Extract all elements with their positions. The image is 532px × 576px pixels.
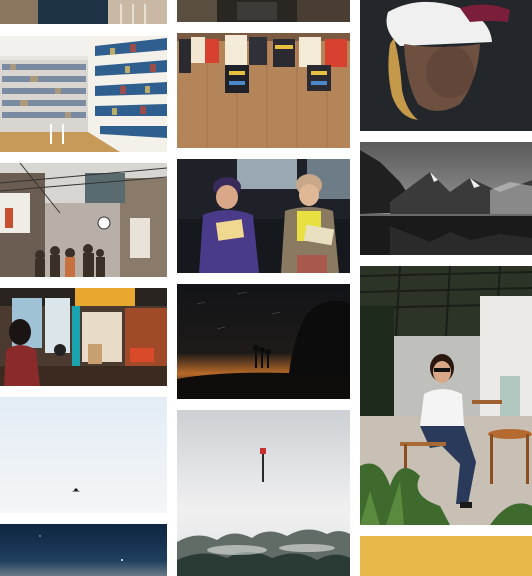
photo-tile-misty-rocks[interactable]	[177, 410, 350, 576]
photo-tile-night-sky[interactable]	[177, 284, 350, 399]
photo-tile-mountain-lake[interactable]	[360, 142, 532, 255]
photo-white-sky-with-bird	[0, 397, 167, 513]
photo-posters-on-wooden-wall	[177, 33, 350, 148]
photo-tile-cafe-interior[interactable]	[0, 288, 167, 386]
photo-tile-posters-wall[interactable]	[177, 33, 350, 148]
photo-tile-library[interactable]	[0, 36, 167, 152]
photo-tile-person-in-jacket[interactable]	[0, 0, 167, 24]
photo-person-in-jacket	[0, 0, 167, 24]
photo-woman-sitting-on-patio	[360, 266, 532, 525]
photo-tile-white-sky[interactable]	[0, 397, 167, 513]
photo-tile-woman-patio[interactable]	[360, 266, 532, 525]
photo-misty-rocks-with-marker-pole	[177, 410, 350, 576]
photo-mountain-lake-black-and-white	[360, 142, 532, 255]
photo-solid-mustard	[360, 536, 532, 576]
photo-person-wearing-beanie	[360, 0, 532, 131]
photo-cafe-interior-with-woman	[0, 288, 167, 386]
photo-dark-interior	[177, 0, 350, 22]
photo-night-sky-long-exposure	[177, 284, 350, 399]
photo-tile-mustard[interactable]	[360, 536, 532, 576]
photo-tile-dark-interior[interactable]	[177, 0, 350, 22]
photo-tile-dusk-sky[interactable]	[0, 524, 167, 576]
photo-crowded-alley-street	[0, 163, 167, 277]
photo-dusk-sky	[0, 524, 167, 576]
photo-tile-person-beanie[interactable]	[360, 0, 532, 131]
photo-library-bookshelves	[0, 36, 167, 152]
photo-tile-subway-readers[interactable]	[177, 159, 350, 273]
photo-tile-crowded-alley[interactable]	[0, 163, 167, 277]
photo-women-reading-on-subway	[177, 159, 350, 273]
